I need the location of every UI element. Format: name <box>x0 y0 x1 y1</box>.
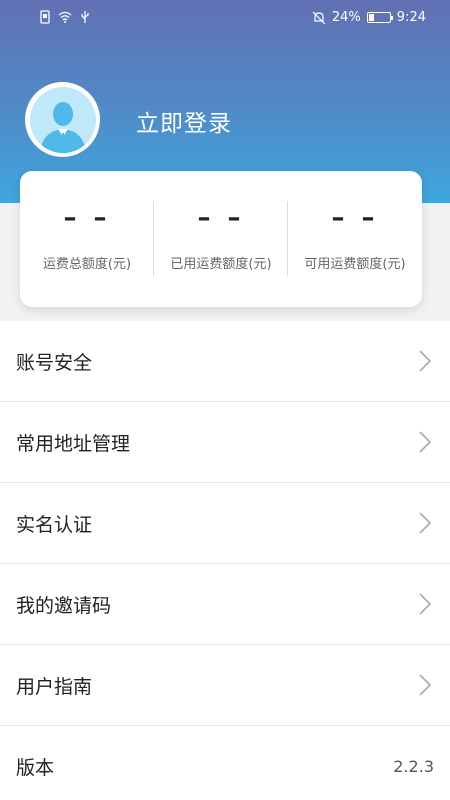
chevron-right-icon <box>419 674 432 696</box>
used-quota-value: – – <box>197 203 245 233</box>
avatar-image <box>29 86 96 153</box>
menu-item-label: 常用地址管理 <box>16 432 131 455</box>
menu-item-version: 版本 2.2.3 <box>0 726 450 800</box>
user-icon <box>39 101 86 153</box>
version-label: 版本 <box>16 757 55 779</box>
wifi-icon <box>58 11 72 23</box>
used-quota: – – 已用运费额度(元) <box>154 171 288 307</box>
available-quota-value: – – <box>331 203 379 233</box>
menu-item-label: 实名认证 <box>16 513 93 536</box>
total-quota: – – 运费总额度(元) <box>20 171 154 307</box>
used-quota-label: 已用运费额度(元) <box>170 257 272 272</box>
chevron-right-icon <box>419 593 432 615</box>
battery-percent: 24% <box>331 10 361 25</box>
status-bar: 24% 9:24 <box>0 0 450 36</box>
menu-item-address-management[interactable]: 常用地址管理 <box>0 402 450 483</box>
total-quota-label: 运费总额度(元) <box>42 257 132 272</box>
status-time: 9:24 <box>396 10 426 25</box>
login-link[interactable]: 立即登录 <box>136 104 232 138</box>
available-quota: – – 可用运费额度(元) <box>288 171 422 307</box>
menu-item-label: 账号安全 <box>16 351 93 374</box>
chevron-right-icon <box>419 512 432 534</box>
menu-item-real-name-verification[interactable]: 实名认证 <box>0 483 450 564</box>
battery-icon <box>366 12 393 23</box>
total-quota-value: – – <box>63 203 111 233</box>
chevron-right-icon <box>419 431 432 453</box>
avatar[interactable] <box>25 82 100 157</box>
menu-item-account-security[interactable]: 账号安全 <box>0 321 450 402</box>
menu-item-label: 我的邀请码 <box>16 594 112 617</box>
chevron-right-icon <box>419 350 432 372</box>
sim-icon <box>40 10 50 24</box>
usb-icon <box>81 11 89 23</box>
menu-item-user-guide[interactable]: 用户指南 <box>0 645 450 726</box>
settings-menu: 账号安全 常用地址管理 实名认证 我的邀请码 用户指南 版本 2.2.3 <box>0 321 450 800</box>
version-value: 2.2.3 <box>393 757 434 776</box>
bell-off-icon <box>312 11 326 24</box>
available-quota-label: 可用运费额度(元) <box>304 257 406 272</box>
menu-item-label: 用户指南 <box>16 675 93 698</box>
menu-item-invite-code[interactable]: 我的邀请码 <box>0 564 450 645</box>
quota-card: – – 运费总额度(元) – – 已用运费额度(元) – – 可用运费额度(元) <box>20 171 422 307</box>
battery-fill <box>368 14 374 21</box>
